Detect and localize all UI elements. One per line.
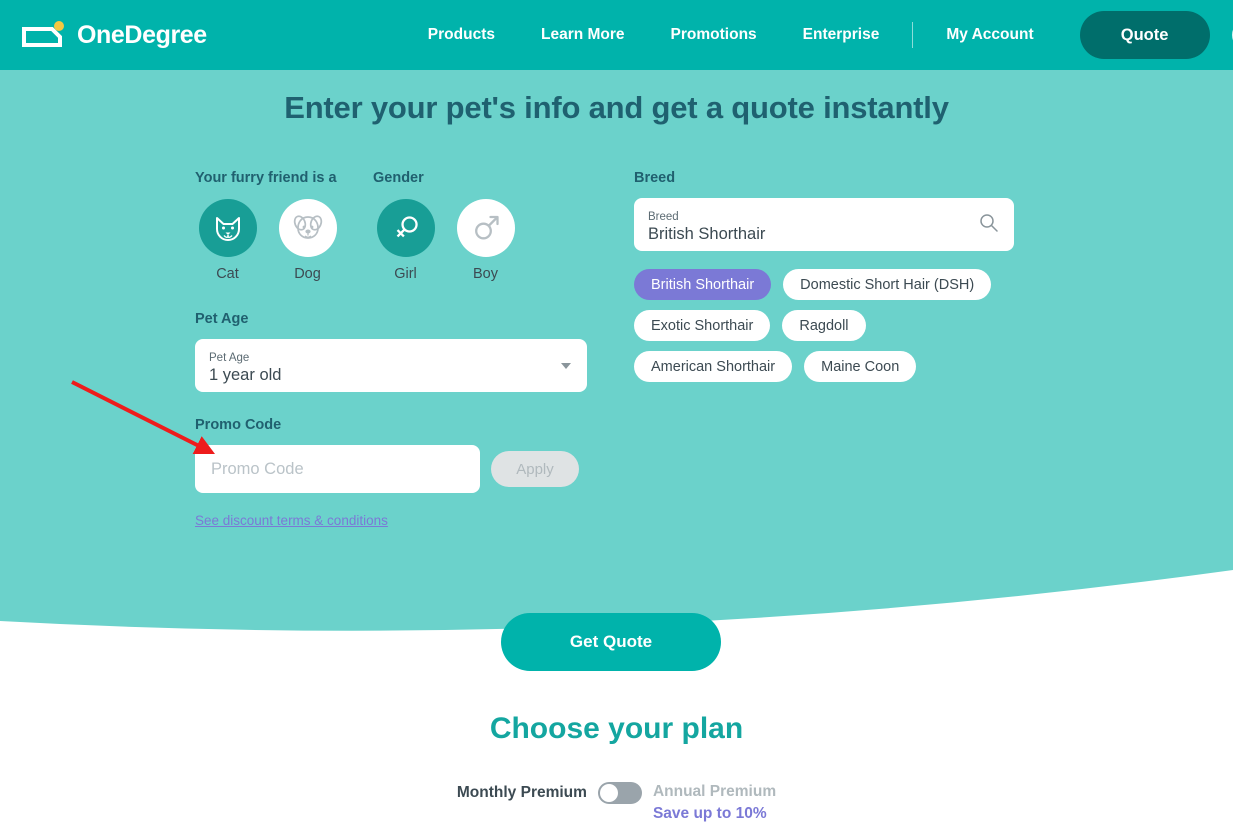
promo-code-section: Promo Code Apply See discount terms & co…: [195, 417, 595, 530]
nav-link-my-account[interactable]: My Account: [923, 26, 1056, 44]
discount-terms-link[interactable]: See discount terms & conditions: [195, 513, 388, 528]
premium-toggle-row: Monthly Premium Annual Premium Save up t…: [0, 781, 1233, 824]
pet-age-section: Pet Age Pet Age 1 year old: [195, 311, 595, 392]
pet-age-select[interactable]: Pet Age 1 year old: [195, 339, 587, 392]
top-navigation-bar: OneDegree Products Learn More Promotions…: [0, 0, 1233, 70]
gender-group: Gender Girl Boy: [373, 170, 518, 282]
brand-logo[interactable]: OneDegree: [22, 20, 207, 50]
breed-chip-list: British Shorthair Domestic Short Hair (D…: [634, 269, 1024, 382]
choose-plan-title: Choose your plan: [489, 712, 744, 745]
pet-age-value: 1 year old: [209, 366, 282, 384]
breed-search-field[interactable]: Breed British Shorthair: [634, 198, 1014, 251]
brand-name: OneDegree: [77, 20, 207, 49]
onedegree-logo-icon: [22, 20, 70, 50]
page-title: Enter your pet's info and get a quote in…: [284, 90, 949, 125]
chevron-down-icon: [561, 362, 571, 369]
gender-label: Gender: [373, 170, 424, 186]
breed-chip-american-shorthair[interactable]: American Shorthair: [634, 351, 793, 382]
nav-link-enterprise[interactable]: Enterprise: [780, 26, 903, 44]
nav-link-products[interactable]: Products: [405, 26, 518, 44]
dog-icon: [278, 199, 337, 257]
pet-type-option-dog[interactable]: Dog: [275, 199, 340, 282]
breed-value: British Shorthair: [648, 225, 766, 243]
gender-option-girl-label: Girl: [394, 266, 417, 282]
gender-option-boy[interactable]: Boy: [453, 199, 518, 282]
hero-section: Enter your pet's info and get a quote in…: [0, 70, 1233, 650]
breed-label: Breed: [634, 170, 676, 186]
choice-groups: Your furry friend is a Cat Dog Gender Gi…: [195, 170, 595, 282]
hero-background-shape: [0, 70, 1233, 631]
nav-divider: [912, 22, 914, 48]
pet-age-label: Pet Age: [195, 311, 249, 327]
cat-icon: [198, 199, 257, 257]
nav-links: Products Learn More Promotions Enterpris…: [405, 11, 1233, 59]
pet-type-option-dog-label: Dog: [294, 266, 321, 282]
promo-code-input[interactable]: [195, 445, 480, 493]
pet-type-group: Your furry friend is a Cat Dog: [195, 170, 340, 282]
quote-button[interactable]: Quote: [1079, 11, 1210, 59]
breed-chip-maine-coon[interactable]: Maine Coon: [804, 351, 917, 382]
breed-chip-domestic-short-hair[interactable]: Domestic Short Hair (DSH): [783, 269, 992, 300]
pet-age-field-mini-label: Pet Age: [209, 352, 250, 364]
toggle-knob: [599, 784, 618, 802]
annual-savings-label: Save up to 10%: [652, 805, 767, 822]
nav-link-promotions[interactable]: Promotions: [648, 26, 780, 44]
apply-promo-button[interactable]: Apply: [491, 451, 579, 487]
breed-field-mini-label: Breed: [648, 211, 679, 223]
search-icon[interactable]: [979, 213, 998, 237]
gender-option-girl[interactable]: Girl: [373, 199, 438, 282]
male-symbol-icon: [456, 199, 515, 257]
pet-type-option-cat-label: Cat: [216, 266, 239, 282]
breed-chip-british-shorthair[interactable]: British Shorthair: [634, 269, 772, 300]
monthly-premium-label: Monthly Premium: [456, 784, 587, 801]
pet-type-option-cat[interactable]: Cat: [195, 199, 260, 282]
pet-type-label: Your furry friend is a: [195, 170, 337, 186]
nav-link-learn-more[interactable]: Learn More: [518, 26, 648, 44]
female-symbol-icon: [376, 199, 435, 257]
left-form-column: Your furry friend is a Cat Dog Gender Gi…: [195, 170, 595, 530]
promo-code-label: Promo Code: [195, 417, 282, 433]
gender-option-boy-label: Boy: [473, 266, 498, 282]
breed-chip-exotic-shorthair[interactable]: Exotic Shorthair: [634, 310, 771, 341]
right-form-column: Breed Breed British Shorthair British Sh…: [634, 170, 1034, 382]
annual-premium-label: Annual Premium: [652, 783, 777, 800]
get-quote-button[interactable]: Get Quote: [501, 613, 721, 671]
breed-chip-ragdoll[interactable]: Ragdoll: [782, 310, 866, 341]
premium-period-toggle[interactable]: [597, 782, 642, 804]
